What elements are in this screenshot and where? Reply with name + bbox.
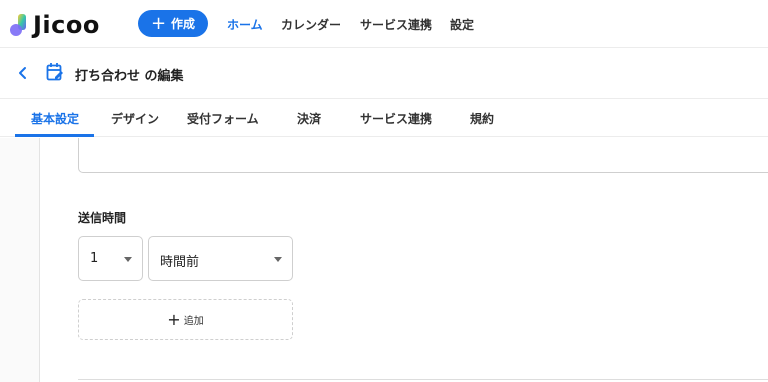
tab-terms[interactable]: 規約 (470, 110, 494, 127)
create-button[interactable]: + 作成 (138, 10, 208, 37)
tab-payment[interactable]: 決済 (297, 110, 321, 127)
nav-link-calendar[interactable]: カレンダー (281, 16, 341, 33)
page-title: 打ち合わせ の編集 (75, 69, 184, 84)
calendar-edit-icon (46, 63, 63, 81)
page-header: 打ち合わせ の編集 (0, 49, 768, 99)
top-navigation: Jicoo + 作成 ホーム カレンダー サービス連携 設定 (0, 0, 768, 48)
app-logo[interactable]: Jicoo (9, 11, 100, 39)
logo-text: Jicoo (33, 11, 100, 39)
message-textarea[interactable] (78, 138, 768, 173)
caret-down-icon (274, 257, 282, 262)
plus-icon: + (167, 309, 181, 329)
logo-mark-icon (10, 14, 26, 36)
tab-service-integration[interactable]: サービス連携 (360, 110, 432, 127)
tab-design[interactable]: デザイン (111, 110, 159, 127)
create-button-label: 作成 (171, 17, 196, 31)
tab-basic-settings[interactable]: 基本設定 (31, 110, 79, 127)
unit-select[interactable]: 時間前 (148, 236, 293, 281)
nav-link-integrations[interactable]: サービス連携 (360, 16, 432, 33)
active-tab-indicator (15, 134, 94, 137)
plus-icon: + (150, 12, 167, 34)
nav-link-home[interactable]: ホーム (227, 16, 263, 33)
add-button[interactable]: + 追加 (78, 299, 293, 340)
amount-select[interactable]: 1 (78, 236, 143, 281)
send-time-label: 送信時間 (78, 211, 127, 225)
tab-reception-form[interactable]: 受付フォーム (187, 110, 259, 127)
add-button-label: 追加 (183, 316, 204, 327)
divider (78, 379, 768, 380)
chevron-left-icon[interactable] (15, 65, 31, 81)
nav-link-settings[interactable]: 設定 (450, 16, 474, 33)
caret-down-icon (124, 257, 132, 262)
left-rail (0, 138, 40, 382)
amount-select-value: 1 (90, 251, 99, 266)
settings-tabs: 基本設定 デザイン 受付フォーム 決済 サービス連携 規約 (0, 99, 768, 137)
unit-select-value: 時間前 (160, 255, 200, 270)
